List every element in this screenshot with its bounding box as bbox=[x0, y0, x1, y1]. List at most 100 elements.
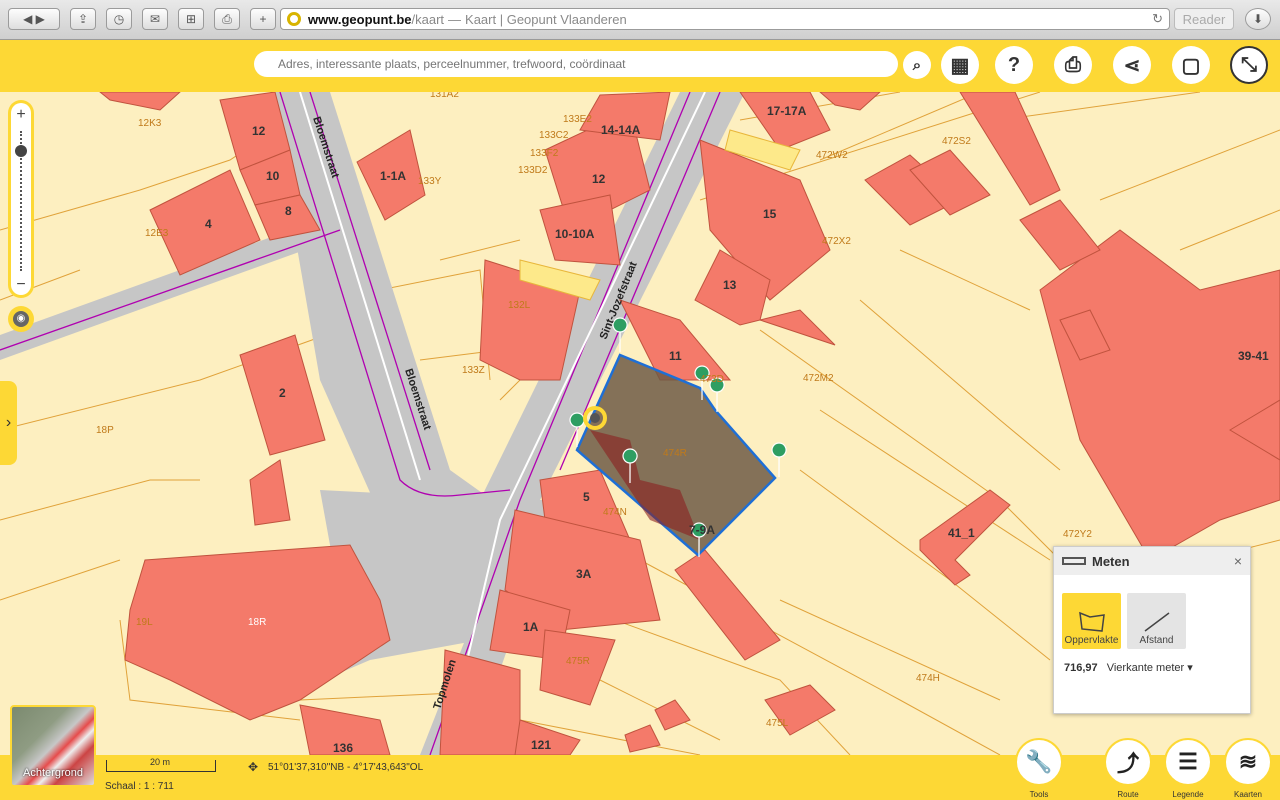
map-label: 475L bbox=[766, 718, 789, 729]
zoom-control: + − bbox=[8, 100, 34, 298]
print-icon[interactable]: ⎙ bbox=[1054, 46, 1092, 84]
bookmark-icon[interactable]: ⊞ bbox=[178, 8, 204, 30]
map-label: 474R bbox=[663, 448, 687, 459]
maps-button[interactable]: ≋ bbox=[1224, 738, 1272, 786]
polygon-icon bbox=[1078, 611, 1105, 632]
tools-label: Tools bbox=[1029, 790, 1049, 799]
map-label: 5 bbox=[583, 490, 590, 504]
distance-tool-button[interactable]: Afstand bbox=[1127, 593, 1186, 649]
map-label: 3A bbox=[576, 567, 592, 581]
measure-value: 716,97 bbox=[1064, 662, 1098, 674]
map-label: 133D2 bbox=[518, 165, 548, 176]
url-path: /kaart bbox=[411, 11, 445, 27]
background-switcher[interactable]: Achtergrond bbox=[10, 705, 96, 787]
zoom-in-button[interactable]: + bbox=[11, 105, 31, 125]
wrench-icon: 🔧 bbox=[1025, 749, 1053, 774]
map-label: 13 bbox=[723, 278, 737, 292]
scale-label: 20 m bbox=[150, 757, 171, 767]
map-label: 19L bbox=[136, 617, 153, 628]
map-label: 121 bbox=[531, 738, 551, 752]
map-label: 472Y2 bbox=[1063, 529, 1092, 540]
layers-icon: ≋ bbox=[1238, 749, 1258, 774]
measure-panel-title: Meten bbox=[1092, 553, 1130, 569]
site-icon bbox=[287, 12, 301, 26]
share-icon[interactable]: ⋖ bbox=[1113, 46, 1151, 84]
new-tab-button[interactable]: + bbox=[250, 8, 276, 30]
browser-toolbar: ◀ ▶ ⇪ ◷ ✉ ⊞ ⎙ + www.geopunt.be /kaart — … bbox=[0, 0, 1280, 40]
sidebar-toggle-chevron-icon[interactable]: › bbox=[0, 381, 17, 465]
map-label: 472W2 bbox=[816, 150, 848, 161]
unit-select[interactable]: Vierkante meter bbox=[1107, 662, 1184, 674]
area-tool-button[interactable]: Oppervlakte bbox=[1062, 593, 1121, 649]
measure-panel: Meten × Oppervlakte Afstand 716,97 Vierk… bbox=[1053, 546, 1251, 714]
map-label: 11 bbox=[669, 349, 682, 363]
map-label: 10-10A bbox=[555, 227, 595, 241]
map-label: 39-41 bbox=[1238, 349, 1269, 363]
map-label: 18P bbox=[96, 425, 114, 436]
route-button[interactable]: ⤴ bbox=[1104, 738, 1152, 786]
map-label: 12 bbox=[252, 124, 266, 138]
map-label: 133Y bbox=[418, 176, 442, 187]
map-label: 132L bbox=[508, 300, 531, 311]
distance-tool-label: Afstand bbox=[1139, 635, 1174, 646]
legend-button[interactable]: ☰ bbox=[1164, 738, 1212, 786]
chevron-down-icon[interactable]: ▾ bbox=[1187, 662, 1193, 674]
map-label: 136 bbox=[333, 741, 353, 755]
globe-icon[interactable]: ◉ bbox=[8, 306, 34, 332]
help-icon[interactable]: ? bbox=[995, 46, 1033, 84]
area-tool-label: Oppervlakte bbox=[1064, 635, 1119, 646]
background-label: Achtergrond bbox=[23, 767, 83, 779]
map-label: 7-9A bbox=[689, 523, 715, 537]
address-bar[interactable]: www.geopunt.be /kaart — Kaart | Geopunt … bbox=[280, 8, 1170, 30]
map-label: 18R bbox=[248, 617, 266, 628]
reload-icon[interactable]: ↻ bbox=[1152, 11, 1163, 27]
history-icon[interactable]: ◷ bbox=[106, 8, 132, 30]
map-label: 12 bbox=[592, 172, 606, 186]
coordinates: 51°01'37,310"NB - 4°17'43,643"OL bbox=[268, 762, 424, 773]
map-label: 133F2 bbox=[530, 148, 559, 159]
map-label: 472X2 bbox=[822, 236, 851, 247]
fullscreen-icon[interactable]: ▢ bbox=[1172, 46, 1210, 84]
url-separator: — bbox=[448, 11, 462, 27]
map-label: 14-14A bbox=[601, 123, 641, 137]
crosshair-icon: ✥ bbox=[248, 760, 259, 774]
download-icon[interactable]: ⬇ bbox=[1245, 8, 1271, 30]
share-icon[interactable]: ⇪ bbox=[70, 8, 96, 30]
map-label: 2 bbox=[279, 386, 286, 400]
scale-ratio: Schaal : 1 : 711 bbox=[105, 781, 174, 792]
close-icon[interactable]: × bbox=[1234, 553, 1242, 569]
collapse-icon[interactable]: ⤡ bbox=[1230, 46, 1268, 84]
map-label: 10 bbox=[266, 169, 280, 183]
zoom-slider-handle[interactable] bbox=[15, 145, 27, 157]
mail-icon[interactable]: ✉ bbox=[142, 8, 168, 30]
ruler-icon bbox=[1062, 557, 1086, 565]
map-label: 4 bbox=[205, 217, 212, 231]
list-icon: ☰ bbox=[1178, 749, 1198, 774]
map-label: 133C2 bbox=[539, 130, 569, 141]
map-label: 473D bbox=[700, 374, 724, 385]
map-label: 475R bbox=[566, 656, 590, 667]
map-label: 8 bbox=[285, 204, 292, 218]
line-icon bbox=[1144, 612, 1169, 632]
map-label: 1A bbox=[523, 620, 539, 634]
tools-button[interactable]: 🔧 bbox=[1015, 738, 1063, 786]
map-label: 17-17A bbox=[767, 104, 807, 118]
back-forward-button[interactable]: ◀ ▶ bbox=[8, 8, 60, 30]
map-label: 131A2 bbox=[430, 92, 459, 100]
maps-label: Kaarten bbox=[1233, 790, 1263, 799]
search-input[interactable] bbox=[254, 51, 898, 77]
layers-table-icon[interactable]: ▦ bbox=[941, 46, 979, 84]
print-icon[interactable]: ⎙ bbox=[214, 8, 240, 30]
map-label: 472S2 bbox=[942, 136, 971, 147]
route-label: Route bbox=[1117, 790, 1139, 799]
zoom-out-button[interactable]: − bbox=[11, 275, 31, 295]
map-label: 474H bbox=[916, 673, 940, 684]
search-icon[interactable]: ⌕ bbox=[903, 51, 931, 79]
map-label: 1-1A bbox=[380, 169, 406, 183]
route-icon: ⤴ bbox=[1116, 751, 1139, 776]
legend-label: Legende bbox=[1172, 790, 1204, 799]
map-label: 472M2 bbox=[803, 373, 834, 384]
map-label: 474N bbox=[603, 507, 627, 518]
reader-button[interactable]: Reader bbox=[1174, 8, 1234, 30]
map-label: 15 bbox=[763, 207, 777, 221]
